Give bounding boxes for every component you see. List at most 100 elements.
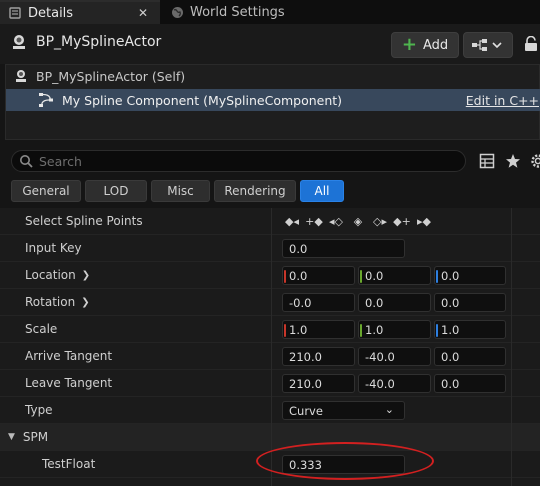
leave-tangent-x-field[interactable]: 210.0 [282,374,355,393]
chevron-down-icon: ⌄ [384,403,394,416]
property-label: Type [25,403,53,417]
lock-icon[interactable] [524,36,538,52]
spm-label: SPM [22,430,49,444]
location-y-field[interactable]: 0.0 [358,266,431,285]
chevron-down-icon[interactable]: ❯ [81,297,89,308]
add-next-point-icon[interactable]: ◆+ [393,214,411,229]
filter-lod[interactable]: LOD [85,180,147,202]
tab-bar: Details ✕ World Settings [0,0,540,24]
blueprint-icon [472,39,502,51]
search-placeholder: Search [39,153,82,169]
leave-tangent-z-field[interactable]: 0.0 [434,374,506,393]
select-last-point-icon[interactable]: ▸◆ [415,214,433,229]
select-all-points-icon[interactable]: ◈ [349,214,367,229]
filter-all[interactable]: All [300,180,344,202]
y-axis-tag [360,270,362,283]
tab-world-settings-label: World Settings [190,4,285,20]
tab-details[interactable]: Details ✕ [0,0,160,24]
arrive-tangent-x-field[interactable]: 210.0 [282,347,355,366]
filter-general[interactable]: General [11,180,81,202]
scale-z-field[interactable]: 1.0 [434,320,506,339]
filter-misc[interactable]: Misc [151,180,210,202]
tree-item-spline-component[interactable]: My Spline Component (MySplineComponent) … [6,89,540,111]
spline-point-selection-buttons: ◆◂ +◆ ◂◇ ◈ ◇▸ ◆+ ▸◆ [283,214,433,229]
property-matrix-icon[interactable] [479,153,495,169]
scale-x-field[interactable]: 1.0 [282,320,355,339]
location-label: Location [25,268,76,282]
input-key-field[interactable]: 0.0 [282,239,405,258]
add-prev-point-icon[interactable]: +◆ [305,214,323,229]
property-row-location: Location ❯ 0.0 0.0 0.0 [0,262,540,289]
leave-tangent-y-field[interactable]: -40.0 [358,374,431,393]
rotation-label: Rotation [25,295,76,309]
z-axis-tag [436,324,438,337]
globe-icon [170,5,184,19]
property-row-leave-tangent: Leave Tangent 210.0 -40.0 0.0 [0,370,540,397]
details-header: BP_MySplineActor + Add [0,24,540,64]
actor-title: BP_MySplineActor [36,34,162,50]
search-icon [20,155,33,168]
category-label: ▼ SPM [8,424,48,450]
x-axis-tag [284,324,286,337]
arrive-tangent-y-field[interactable]: -40.0 [358,347,431,366]
column-splitter[interactable] [271,208,272,486]
edit-in-cpp-link[interactable]: Edit in C++ [466,93,539,108]
tree-item-component-label: My Spline Component (MySplineComponent) [62,92,343,108]
location-y-value: 0.0 [365,268,384,283]
property-row-type: Type Curve ⌄ [0,397,540,424]
properties-panel: Select Spline Points ◆◂ +◆ ◂◇ ◈ ◇▸ ◆+ ▸◆… [0,208,540,486]
add-component-button[interactable]: + Add [391,32,459,58]
actor-icon [16,70,26,82]
select-prev-point-icon[interactable]: ◂◇ [327,214,345,229]
star-icon[interactable] [505,153,521,169]
y-axis-tag [360,324,362,337]
gear-icon[interactable] [530,153,540,169]
blueprint-button[interactable] [463,32,513,58]
chevron-down-icon[interactable]: ❯ [82,270,90,281]
property-row-scale: Scale 1.0 1.0 1.0 [0,316,540,343]
filter-rendering[interactable]: Rendering [214,180,296,202]
property-label: Input Key [25,241,82,255]
tree-item-self-label: BP_MySplineActor (Self) [36,68,186,84]
location-x-field[interactable]: 0.0 [282,266,355,285]
spline-icon [39,93,53,107]
add-button-label: Add [422,37,449,53]
z-axis-tag [436,270,438,283]
rotation-z-field[interactable]: 0.0 [434,293,506,312]
plus-icon: + [401,34,417,55]
property-label: Location ❯ [25,262,90,288]
property-label: TestFloat [42,457,96,471]
scale-z-value: 1.0 [441,322,460,337]
annotation-circle [256,442,434,480]
search-input[interactable]: Search [11,150,466,172]
details-icon [8,6,22,20]
property-row-select-spline-points: Select Spline Points ◆◂ +◆ ◂◇ ◈ ◇▸ ◆+ ▸◆ [0,208,540,235]
close-icon[interactable]: ✕ [138,6,148,20]
reset-column-divider [511,208,512,486]
tab-details-label: Details [28,5,74,21]
property-row-arrive-tangent: Arrive Tangent 210.0 -40.0 0.0 [0,343,540,370]
property-label: Select Spline Points [25,214,143,228]
property-label: Rotation ❯ [25,289,90,315]
actor-icon [13,35,25,49]
component-tree: BP_MySplineActor (Self) My Spline Compon… [5,64,540,140]
rotation-x-field[interactable]: -0.0 [282,293,355,312]
tab-world-settings[interactable]: World Settings [162,0,292,24]
rotation-y-field[interactable]: 0.0 [358,293,431,312]
select-first-point-icon[interactable]: ◆◂ [283,214,301,229]
category-spm[interactable]: ▼ SPM [0,424,540,451]
property-row-rotation: Rotation ❯ -0.0 0.0 0.0 [0,289,540,316]
location-z-value: 0.0 [441,268,460,283]
type-dropdown-value: Curve [289,403,323,418]
scale-x-value: 1.0 [289,322,308,337]
location-z-field[interactable]: 0.0 [434,266,506,285]
collapse-triangle-icon: ▼ [8,432,15,442]
scale-y-field[interactable]: 1.0 [358,320,431,339]
scale-y-value: 1.0 [365,322,384,337]
property-label: Arrive Tangent [25,349,113,363]
tree-item-self[interactable]: BP_MySplineActor (Self) [6,65,540,87]
select-next-point-icon[interactable]: ◇▸ [371,214,389,229]
arrive-tangent-z-field[interactable]: 0.0 [434,347,506,366]
type-dropdown[interactable]: Curve ⌄ [282,401,405,420]
property-label: Leave Tangent [25,376,113,390]
